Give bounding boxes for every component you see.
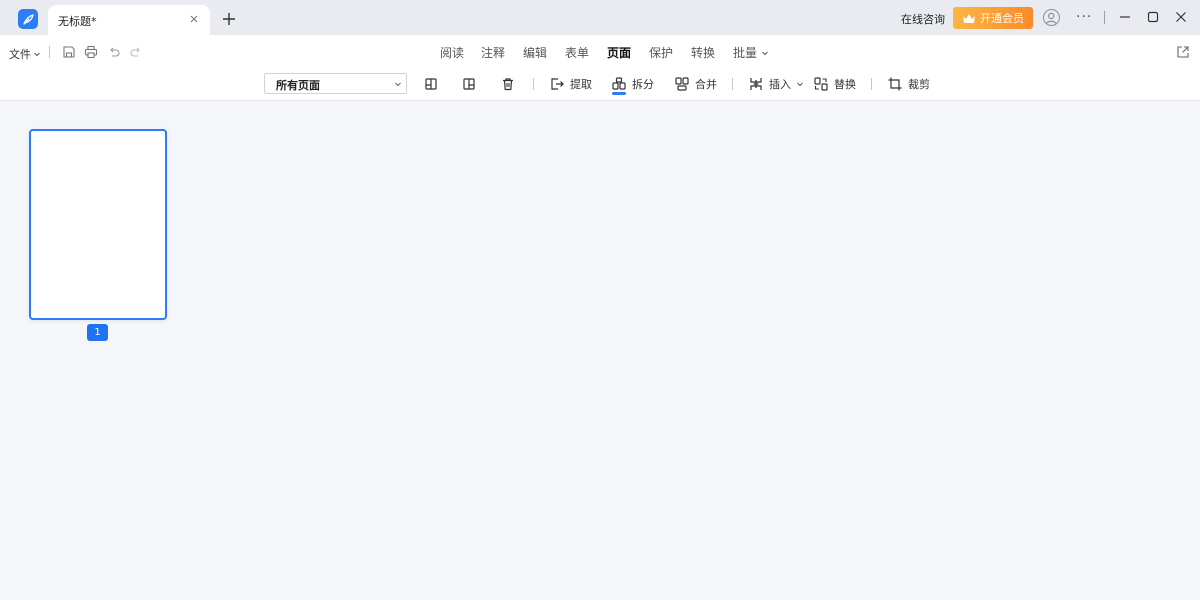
extract-button[interactable]: 提取: [549, 74, 592, 94]
crop-button[interactable]: 裁剪: [887, 74, 930, 94]
tab-edit[interactable]: 编辑: [523, 44, 547, 61]
page-range-value: 所有页面: [276, 79, 320, 92]
page-range-select[interactable]: 所有页面: [264, 73, 407, 94]
titlebar-divider: [1104, 11, 1105, 24]
open-vip-button[interactable]: 开通会员: [953, 7, 1033, 29]
page-thumbnail-canvas: 1: [0, 101, 1200, 600]
tab-batch-label: 批量: [733, 46, 758, 60]
rotate-right-button[interactable]: [461, 74, 477, 94]
chevron-down-icon: [761, 51, 768, 56]
user-silhouette-icon: [1045, 12, 1057, 25]
merge-icon: [675, 77, 689, 91]
feather-logo-icon: [22, 13, 34, 25]
tab-annotate[interactable]: 注释: [481, 44, 505, 61]
rotate-left-button[interactable]: [423, 74, 439, 94]
split-icon: [612, 77, 626, 90]
split-label: 拆分: [632, 78, 654, 91]
extract-icon: [551, 78, 564, 90]
layout-split-left-icon: [425, 78, 437, 90]
redo-icon[interactable]: [129, 45, 143, 59]
toolbar-divider: [533, 78, 534, 90]
split-button[interactable]: 拆分: [611, 74, 654, 94]
replace-icon: [814, 77, 828, 91]
toolbar-divider: [732, 78, 733, 90]
crop-label: 裁剪: [908, 78, 930, 91]
tab-protect[interactable]: 保护: [649, 44, 673, 61]
ribbon-toolbar: 文件 阅读 注释 编辑 表单 页面 保护 转换 批量 所有页面 提取 拆分 合并…: [0, 35, 1200, 101]
trash-icon: [503, 78, 513, 91]
tab-page[interactable]: 页面: [607, 44, 631, 61]
chevron-down-icon: [34, 52, 40, 57]
replace-label: 替换: [834, 78, 856, 91]
save-icon[interactable]: [62, 45, 76, 59]
online-consult-link[interactable]: 在线咨询: [901, 11, 945, 27]
insert-button[interactable]: 插入: [748, 74, 804, 94]
open-external-icon[interactable]: [1176, 45, 1190, 59]
vip-button-label: 开通会员: [980, 12, 1024, 25]
undo-icon[interactable]: [107, 45, 121, 59]
more-menu-button[interactable]: ···: [1076, 9, 1092, 25]
page-number-badge: 1: [87, 324, 108, 341]
document-tab[interactable]: 无标题*: [48, 5, 210, 35]
close-window-icon[interactable]: [1174, 10, 1188, 24]
print-icon[interactable]: [84, 45, 98, 59]
insert-label: 插入: [769, 78, 791, 91]
file-menu-label: 文件: [9, 48, 31, 61]
crown-icon: [963, 13, 975, 23]
app-logo-icon[interactable]: [18, 9, 38, 29]
replace-button[interactable]: 替换: [813, 74, 856, 94]
merge-button[interactable]: 合并: [674, 74, 717, 94]
plus-icon[interactable]: [221, 11, 237, 27]
delete-page-button[interactable]: [500, 74, 516, 94]
page-thumbnail[interactable]: [29, 129, 167, 320]
layout-split-right-icon: [463, 78, 475, 90]
tab-convert[interactable]: 转换: [691, 44, 715, 61]
merge-label: 合并: [695, 78, 717, 91]
file-menu-button[interactable]: 文件: [9, 46, 41, 62]
close-icon[interactable]: [188, 13, 200, 25]
crop-icon: [888, 77, 902, 91]
document-tab-title: 无标题*: [58, 15, 97, 28]
minimize-icon[interactable]: [1118, 10, 1132, 24]
toolbar-divider: [871, 78, 872, 90]
maximize-icon[interactable]: [1146, 10, 1160, 24]
extract-label: 提取: [570, 78, 592, 91]
tab-batch[interactable]: 批量: [733, 44, 769, 61]
quick-access-divider: [49, 46, 50, 58]
tab-read[interactable]: 阅读: [440, 44, 464, 61]
chevron-down-icon: [797, 82, 803, 87]
user-avatar-icon[interactable]: [1043, 9, 1060, 26]
title-bar: 无标题* 在线咨询 开通会员 ···: [0, 0, 1200, 35]
insert-page-icon: [750, 78, 762, 90]
chevron-down-icon: [395, 82, 401, 87]
tab-form[interactable]: 表单: [565, 44, 589, 61]
